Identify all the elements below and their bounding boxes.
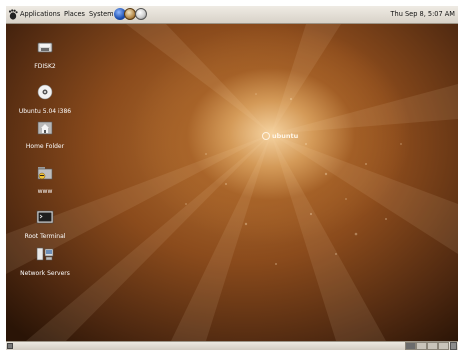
- workspace-4[interactable]: [438, 342, 449, 350]
- desktop-icon-www[interactable]: www: [10, 164, 80, 196]
- menu-system[interactable]: System: [89, 9, 114, 20]
- ubuntu-logo: ubuntu: [262, 131, 302, 143]
- floppy-disk-icon: [37, 42, 53, 53]
- desktop-icon-root-terminal[interactable]: Root Terminal: [10, 209, 80, 241]
- workspace-3[interactable]: [427, 342, 438, 350]
- ubuntu-circle-icon: [262, 132, 270, 140]
- terminal-icon: [36, 210, 54, 224]
- show-desktop-icon[interactable]: [7, 343, 13, 349]
- desktop-icon-home-folder[interactable]: Home Folder: [10, 119, 80, 151]
- trash-icon[interactable]: [450, 342, 457, 350]
- screen: Applications Places System Thu Sep 8, 5:…: [6, 6, 458, 350]
- desktop-icon-label: Network Servers: [20, 270, 70, 277]
- bottom-panel: [6, 341, 458, 350]
- workspace-1[interactable]: [405, 342, 416, 350]
- desktop: ubuntu FDISK2 Ubuntu 5.04 i386 Home Fold…: [6, 24, 458, 341]
- top-panel: Applications Places System Thu Sep 8, 5:…: [6, 6, 458, 24]
- ubuntu-wordmark: ubuntu: [272, 132, 299, 140]
- desktop-icon-fdisk2[interactable]: FDISK2: [10, 39, 80, 71]
- desktop-icon-ubuntu-cd[interactable]: Ubuntu 5.04 i386: [10, 84, 80, 116]
- home-folder-icon: [37, 121, 53, 135]
- menu-places[interactable]: Places: [64, 9, 85, 20]
- desktop-icon-network-servers[interactable]: Network Servers: [10, 246, 80, 278]
- desktop-icon-label: FDISK2: [34, 63, 56, 70]
- desktop-icon-label: www: [37, 188, 53, 195]
- menu-applications[interactable]: Applications: [20, 9, 60, 20]
- folder-icon: [37, 167, 53, 180]
- network-servers-icon: [36, 247, 54, 261]
- clock[interactable]: Thu Sep 8, 5:07 AM: [391, 9, 456, 20]
- cd-disc-icon: [37, 84, 53, 100]
- gnome-foot-icon[interactable]: [8, 9, 18, 20]
- desktop-icon-label: Ubuntu 5.04 i386: [18, 108, 72, 115]
- desktop-icon-label: Root Terminal: [24, 233, 66, 240]
- help-launcher-icon[interactable]: [135, 8, 147, 20]
- desktop-icon-label: Home Folder: [25, 143, 65, 150]
- workspace-2[interactable]: [416, 342, 427, 350]
